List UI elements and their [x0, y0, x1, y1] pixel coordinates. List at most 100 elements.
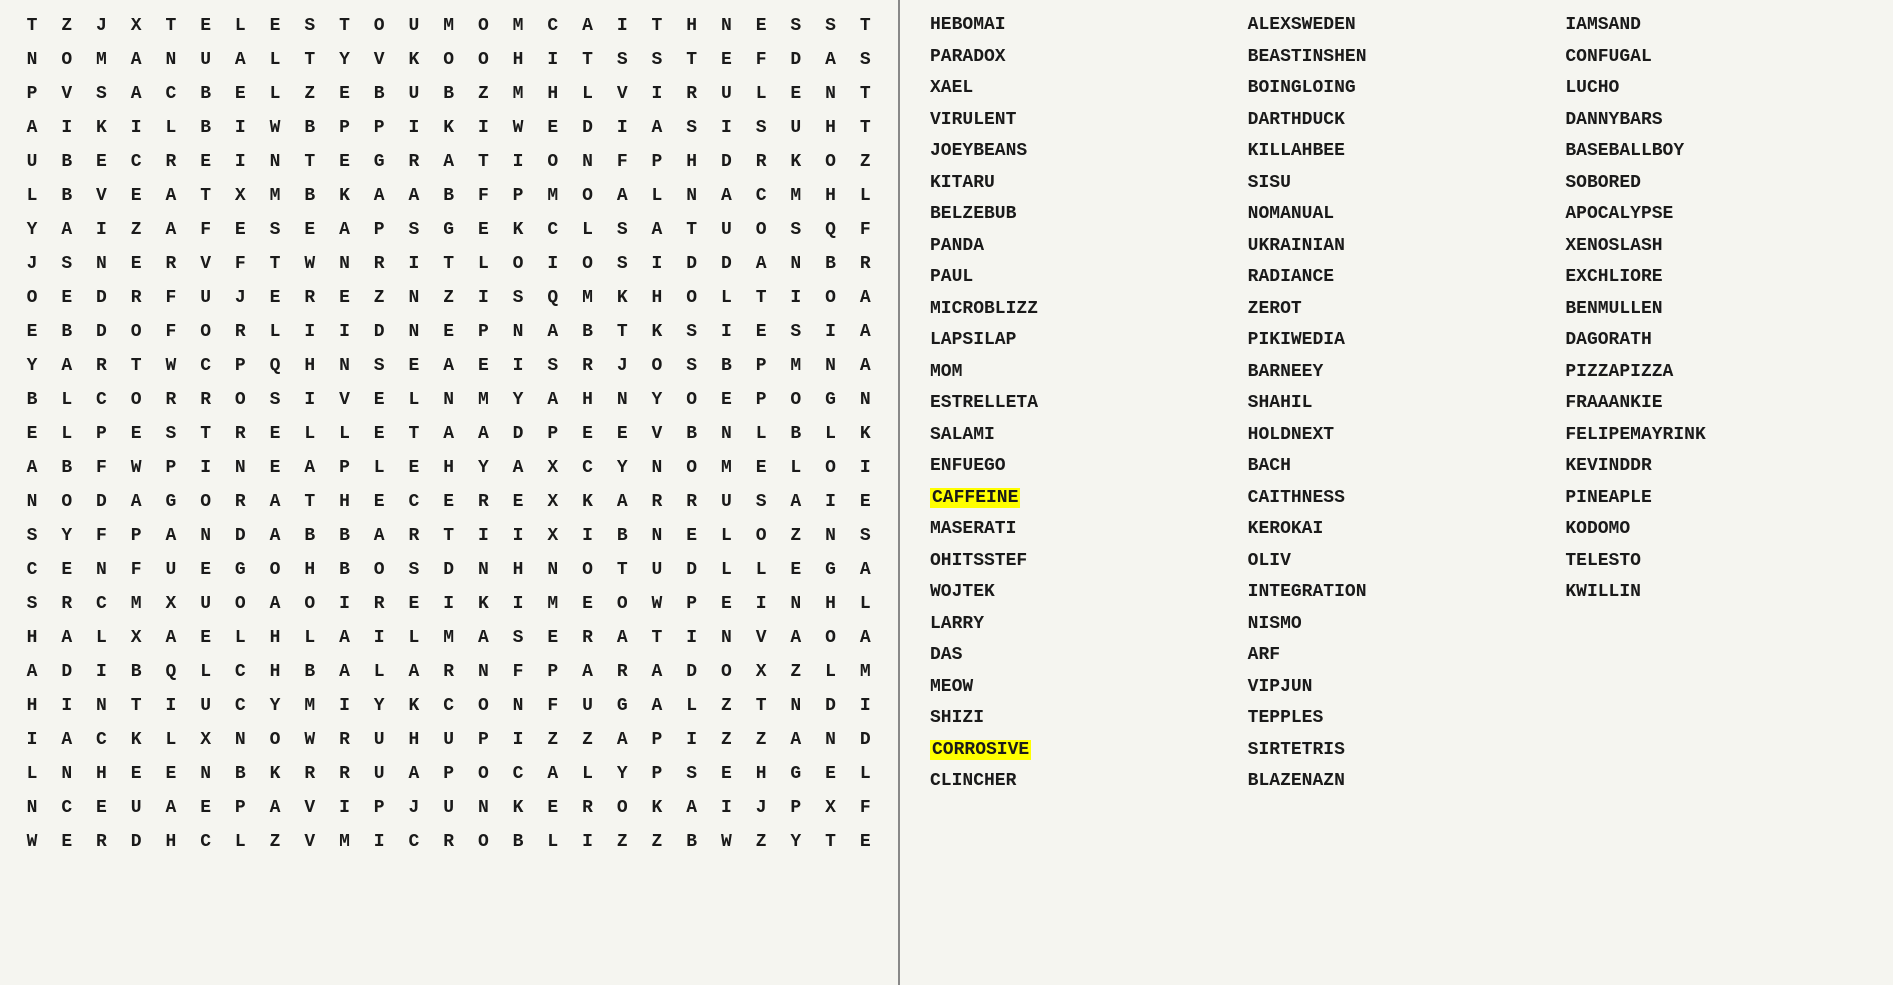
grid-cell: E	[709, 384, 743, 418]
grid-cell: O	[223, 384, 257, 418]
grid-cell: T	[848, 10, 882, 44]
grid-cell: L	[709, 282, 743, 316]
word-item: PAUL	[930, 262, 1228, 294]
grid-cell: B	[119, 656, 153, 690]
grid-cell: M	[293, 690, 327, 724]
grid-cell: S	[154, 418, 188, 452]
grid-cell: R	[744, 146, 778, 180]
grid-cell: Y	[362, 690, 396, 724]
grid-cell: H	[501, 44, 535, 78]
grid-cell: P	[501, 180, 535, 214]
grid-cell: B	[709, 350, 743, 384]
grid-cell: A	[848, 282, 882, 316]
grid-cell: A	[362, 520, 396, 554]
grid-cell: H	[814, 588, 848, 622]
grid-cell: A	[779, 622, 813, 656]
grid-cell: M	[536, 180, 570, 214]
grid-cell: A	[154, 180, 188, 214]
grid-cell: T	[293, 44, 327, 78]
grid-cell: H	[327, 486, 361, 520]
word-item: UKRAINIAN	[1248, 231, 1546, 263]
grid-cell: E	[119, 180, 153, 214]
grid-cell: R	[640, 486, 674, 520]
grid-cell: A	[536, 384, 570, 418]
grid-cell: E	[779, 78, 813, 112]
grid-cell: Q	[258, 350, 292, 384]
grid-cell: S	[50, 248, 84, 282]
grid-cell: L	[848, 180, 882, 214]
grid-cell: M	[779, 180, 813, 214]
word-search-grid: TZJXTELESTOUMOMCAITHNESSTNOMANUALTYVKOOH…	[0, 0, 900, 985]
grid-cell: R	[119, 282, 153, 316]
grid-cell: X	[223, 180, 257, 214]
grid-cell: I	[397, 112, 431, 146]
grid-cell: L	[571, 214, 605, 248]
word-item: ALEXSWEDEN	[1248, 10, 1546, 42]
grid-cell: F	[154, 282, 188, 316]
grid-cell: D	[362, 316, 396, 350]
grid-cell: O	[640, 350, 674, 384]
grid-cell: I	[501, 146, 535, 180]
grid-cell: L	[466, 248, 500, 282]
grid-cell: I	[15, 724, 49, 758]
grid-cell: K	[466, 588, 500, 622]
grid-cell: L	[223, 622, 257, 656]
grid-cell: D	[84, 316, 118, 350]
grid-cell: U	[397, 10, 431, 44]
grid-cell: E	[362, 384, 396, 418]
word-list-col2: ALEXSWEDENBEASTINSHENBOINGLOINGDARTHDUCK…	[1238, 10, 1556, 975]
grid-cell: O	[571, 180, 605, 214]
grid-cell: A	[327, 656, 361, 690]
grid-cell: P	[640, 146, 674, 180]
grid-cell: V	[640, 418, 674, 452]
grid-cell: T	[154, 10, 188, 44]
grid-cell: H	[814, 180, 848, 214]
grid-cell: I	[709, 792, 743, 826]
grid-cell: R	[362, 248, 396, 282]
grid-cell: P	[640, 758, 674, 792]
grid-cell: I	[466, 112, 500, 146]
grid-cell: A	[15, 452, 49, 486]
grid-cell: N	[397, 316, 431, 350]
grid-cell: P	[779, 792, 813, 826]
grid-cell: Z	[119, 214, 153, 248]
grid-cell: A	[432, 350, 466, 384]
grid-cell: A	[50, 350, 84, 384]
grid-cell: O	[814, 282, 848, 316]
grid-cell: I	[223, 112, 257, 146]
grid-cell: G	[814, 384, 848, 418]
grid-cell: E	[258, 418, 292, 452]
grid-cell: N	[779, 248, 813, 282]
grid-cell: R	[362, 588, 396, 622]
grid-cell: O	[779, 384, 813, 418]
grid-cell: G	[779, 758, 813, 792]
grid-cell: R	[571, 792, 605, 826]
grid-cell: S	[675, 316, 709, 350]
grid-cell: T	[675, 214, 709, 248]
grid-cell: B	[675, 418, 709, 452]
grid-cell: I	[432, 588, 466, 622]
grid-cell: I	[709, 316, 743, 350]
grid-cell: L	[744, 554, 778, 588]
grid-cell: Q	[814, 214, 848, 248]
grid-cell: W	[709, 826, 743, 860]
grid-cell: P	[154, 452, 188, 486]
grid-cell: N	[814, 520, 848, 554]
grid-cell: D	[675, 248, 709, 282]
grid-cell: V	[744, 622, 778, 656]
grid-cell: R	[223, 316, 257, 350]
grid-cell: S	[675, 350, 709, 384]
word-item: HEBOMAI	[930, 10, 1228, 42]
word-item: FRAAANKIE	[1565, 388, 1863, 420]
grid-cell: Z	[848, 146, 882, 180]
grid-cell: P	[223, 792, 257, 826]
grid-cell: E	[189, 622, 223, 656]
grid-cell: J	[744, 792, 778, 826]
grid-cell: N	[327, 350, 361, 384]
grid-cell: E	[571, 588, 605, 622]
grid-cell: O	[466, 44, 500, 78]
grid-cell: Z	[362, 282, 396, 316]
grid-cell: P	[223, 350, 257, 384]
grid-cell: C	[119, 146, 153, 180]
grid-cell: U	[397, 78, 431, 112]
